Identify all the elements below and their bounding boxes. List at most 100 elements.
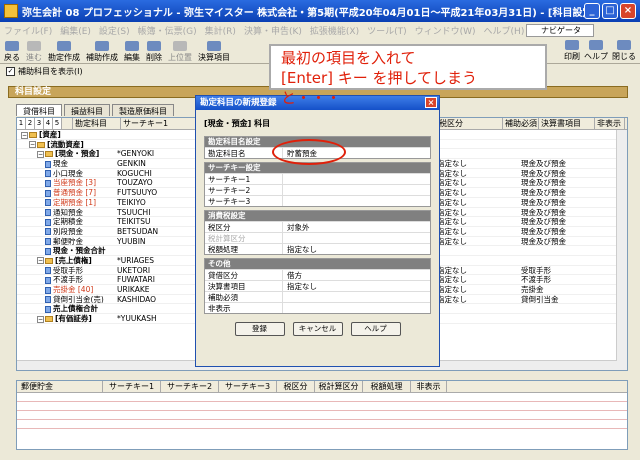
account-name: 貸倒引当金(売) [53,294,104,304]
col-required[interactable]: 補助必須 [503,118,539,129]
account-name: 当座預金 [3] [53,178,97,188]
search-key [117,130,177,139]
maximize-button[interactable]: □ [602,3,618,19]
print-button[interactable]: 印刷 [564,38,580,62]
collapse-icon[interactable]: − [37,150,44,158]
statement-item-select[interactable]: 指定なし [283,281,430,291]
menu-edit[interactable]: 編集(E) [60,24,91,37]
delete-button[interactable]: 削除 [146,39,162,63]
account-icon [45,209,51,216]
collapse-icon[interactable]: − [37,315,44,323]
tax-calc-select[interactable] [283,233,430,243]
tab-profit-loss[interactable]: 損益科目 [64,104,110,116]
vertical-scrollbar[interactable] [616,130,627,370]
menu-ledger[interactable]: 帳簿・伝票(G) [138,24,197,37]
col-tax-proc[interactable]: 税区分 [437,118,503,129]
account-name: 売掛金 [40] [53,285,94,294]
settlement-item-button[interactable]: 決算項目 [198,39,230,63]
navigator-toggle[interactable]: ナビゲータ [526,24,594,37]
statement-cell: 貸倒引当金 [521,294,559,304]
hidden-label: 非表示 [205,303,283,313]
minimize-button[interactable]: _ [584,3,600,19]
search-key: TEIKITSU [117,217,151,226]
statement-item-label: 決算書項目 [205,281,283,291]
level-tab-1[interactable]: 1 [17,118,26,129]
search-key-3-input[interactable] [283,196,430,206]
tab-balance[interactable]: 貸借科目 [16,104,62,116]
account-icon [45,179,51,187]
search-key: *URIAGES [117,255,154,265]
search-key: TOUZAYO [117,178,153,188]
detail-row[interactable] [17,402,627,411]
move-up-icon [173,41,187,51]
menu-help[interactable]: ヘルプ(H) [484,24,525,37]
dialog-help-button[interactable]: ヘルプ [350,322,401,336]
new-account-button[interactable]: 勘定作成 [48,39,80,63]
account-icon [45,170,51,178]
new-sub-icon [95,41,109,51]
menu-tools[interactable]: ツール(T) [367,24,407,37]
move-up-button[interactable]: 上位置 [168,39,192,63]
detail-row[interactable] [17,393,627,402]
menu-window[interactable]: ウィンドウ(W) [415,24,476,37]
settlement-icon [207,41,221,51]
collapse-icon[interactable]: − [21,131,28,139]
tab-manufacturing[interactable]: 製造原価科目 [112,104,174,116]
folder-icon [45,257,53,264]
tax-class-select[interactable]: 対象外 [283,222,430,232]
account-icon [45,276,51,284]
forward-button[interactable]: 進む [26,39,42,63]
dialog-title: 勘定科目の新規登録 [200,98,277,108]
level-tab-4[interactable]: 4 [44,118,53,129]
close-window-button[interactable]: × [620,3,636,19]
search-key-2-input[interactable] [283,185,430,195]
edit-button[interactable]: 編集 [124,39,140,63]
tax-proc-select[interactable]: 指定なし [283,244,430,254]
detail-row[interactable] [17,411,627,420]
collapse-icon[interactable]: − [29,141,36,149]
show-sub-checkbox[interactable]: ✓ [6,66,15,76]
group-tax-head: 消費税設定 [205,211,430,221]
sub-required-checkbox[interactable] [283,292,430,302]
close-button[interactable]: 閉じる [612,38,636,62]
close-icon [617,40,631,50]
cancel-button[interactable]: キャンセル [292,322,343,336]
level-tab-3[interactable]: 3 [35,118,44,129]
detail-col-search3: サーチキー3 [219,381,277,392]
highlight-ring [272,139,346,165]
back-icon [5,41,19,51]
search-key-1-input[interactable] [283,174,430,184]
back-button[interactable]: 戻る [4,39,20,63]
level-tab-5[interactable]: 5 [53,118,62,129]
collapse-icon[interactable]: − [37,257,44,265]
hidden-checkbox[interactable] [283,303,430,313]
menu-settings[interactable]: 設定(S) [99,24,130,37]
detail-row[interactable] [17,420,627,429]
menu-file[interactable]: ファイル(F) [4,24,52,37]
new-sub-account-button[interactable]: 補助作成 [86,39,118,63]
col-account[interactable]: 勘定科目 [73,118,121,129]
statement-cell: 現金及び預金 [521,178,566,188]
tax-proc-cell: 指定なし [437,236,467,246]
search-key: FUTSUUYO [117,188,158,197]
folder-icon [37,141,45,148]
search-key [117,304,177,313]
col-hidden[interactable]: 非表示 [595,118,625,129]
help-button[interactable]: ヘルプ [584,38,608,62]
tax-proc-label: 税額処理 [205,244,283,254]
search-key: GENKIN [117,159,146,168]
register-button[interactable]: 登録 [234,322,285,336]
menu-aggregate[interactable]: 集計(R) [205,24,236,37]
account-icon [45,160,51,168]
account-icon [45,199,51,207]
level-tab-2[interactable]: 2 [26,118,35,129]
statement-cell: 現金及び預金 [521,188,566,198]
account-icon [45,247,51,255]
tax-proc-cell: 指定なし [437,207,467,217]
col-statement[interactable]: 決算書項目 [539,118,595,129]
menu-extensions[interactable]: 拡張機能(X) [310,24,359,37]
account-name: 売上債権合計 [53,304,98,314]
debit-credit-select[interactable]: 借方 [283,270,430,280]
menu-closing[interactable]: 決算・申告(K) [244,24,302,37]
search-key: UKETORI [117,265,151,275]
